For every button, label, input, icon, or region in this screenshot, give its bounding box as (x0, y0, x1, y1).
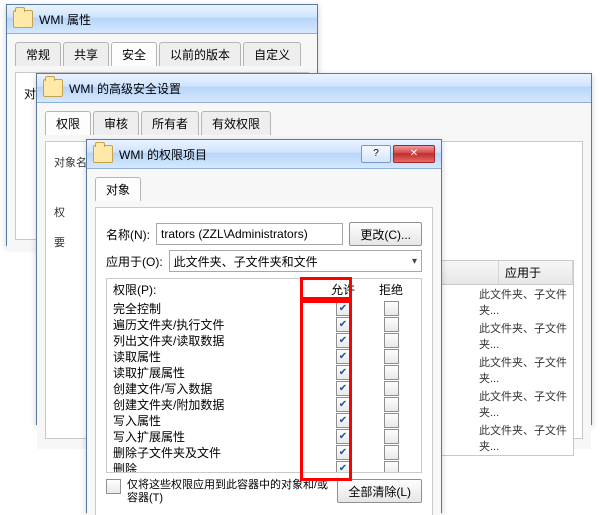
tab-object[interactable]: 对象 (95, 177, 141, 201)
help-button[interactable]: ? (361, 145, 391, 163)
perm-name: 读取属性 (113, 348, 319, 365)
perm-name: 写入扩展属性 (113, 428, 319, 445)
tab-bar: 常规 共享 安全 以前的版本 自定义 (15, 42, 309, 66)
folder-icon (43, 79, 63, 97)
window-title: WMI 属性 (39, 11, 311, 28)
deny-checkbox[interactable] (384, 413, 399, 428)
perm-row: 写入属性 ✔ (113, 412, 415, 428)
name-field: trators (ZZL\Administrators) (156, 223, 343, 245)
titlebar[interactable]: WMI 的权限项目 ? ✕ (87, 140, 441, 169)
titlebar[interactable]: WMI 的高级安全设置 (37, 74, 591, 103)
tab-previous[interactable]: 以前的版本 (159, 42, 241, 66)
tab-custom[interactable]: 自定义 (243, 42, 301, 66)
name-label: 名称(N): (106, 226, 150, 243)
deny-checkbox[interactable] (384, 317, 399, 332)
allow-checkbox[interactable]: ✔ (336, 445, 351, 460)
applyto-select[interactable]: 此文件夹、子文件夹和文件 ▾ (169, 250, 422, 272)
perm-row: 删除子文件夹及文件 ✔ (113, 444, 415, 460)
perm-name: 读取扩展属性 (113, 364, 319, 381)
perm-name: 写入属性 (113, 412, 319, 429)
chevron-down-icon: ▾ (412, 256, 417, 267)
perm-row: 创建文件夹/附加数据 ✔ (113, 396, 415, 412)
allow-checkbox[interactable]: ✔ (336, 365, 351, 380)
allow-checkbox[interactable]: ✔ (336, 461, 351, 473)
perm-name: 删除 (113, 460, 319, 473)
change-button[interactable]: 更改(C)... (349, 222, 422, 246)
allow-checkbox[interactable]: ✔ (336, 429, 351, 444)
perm-row: 读取属性 ✔ (113, 348, 415, 364)
deny-checkbox[interactable] (384, 397, 399, 412)
apply-only-label: 仅将这些权限应用到此容器中的对象和/或容器(T) (127, 479, 331, 505)
perm-name: 遍历文件夹/执行文件 (113, 316, 319, 333)
tab-audit[interactable]: 审核 (93, 111, 139, 135)
permissions-table: 权限(P): 允许 拒绝 完全控制 ✔ 遍历文件夹/执行文件 ✔ 列出文件夹/读取数据 ✔… (106, 278, 422, 473)
permission-entry-dialog: WMI 的权限项目 ? ✕ 对象 名称(N): trators (ZZL\Adm… (86, 139, 442, 513)
perm-name: 创建文件/写入数据 (113, 380, 319, 397)
deny-checkbox[interactable] (384, 445, 399, 460)
col-deny: 拒绝 (367, 281, 415, 298)
window-title: WMI 的权限项目 (119, 146, 361, 163)
allow-checkbox[interactable]: ✔ (336, 381, 351, 396)
perm-row: 删除 ✔ (113, 460, 415, 472)
tab-bar: 权限 审核 所有者 有效权限 (45, 111, 583, 135)
deny-checkbox[interactable] (384, 461, 399, 473)
allow-checkbox[interactable]: ✔ (336, 317, 351, 332)
allow-checkbox[interactable]: ✔ (336, 301, 351, 316)
applyto-label: 应用于(O): (106, 253, 163, 270)
col-allow: 允许 (319, 281, 367, 298)
allow-checkbox[interactable]: ✔ (336, 333, 351, 348)
folder-icon (13, 10, 33, 28)
allow-checkbox[interactable]: ✔ (336, 397, 351, 412)
col-applyto: 应用于 (499, 261, 573, 284)
tab-general[interactable]: 常规 (15, 42, 61, 66)
perm-name: 创建文件夹/附加数据 (113, 396, 319, 413)
allow-checkbox[interactable]: ✔ (336, 413, 351, 428)
folder-icon (93, 145, 113, 163)
deny-checkbox[interactable] (384, 349, 399, 364)
perm-row: 写入扩展属性 ✔ (113, 428, 415, 444)
deny-checkbox[interactable] (384, 381, 399, 396)
tab-permissions[interactable]: 权限 (45, 111, 91, 135)
window-title: WMI 的高级安全设置 (69, 80, 585, 97)
deny-checkbox[interactable] (384, 365, 399, 380)
titlebar[interactable]: WMI 属性 (7, 5, 317, 34)
tab-owner[interactable]: 所有者 (141, 111, 199, 135)
deny-checkbox[interactable] (384, 301, 399, 316)
permissions-short-label: 权 (54, 204, 65, 220)
permissions-label: 权限(P): (113, 281, 319, 298)
perm-row: 读取扩展属性 ✔ (113, 364, 415, 380)
deny-checkbox[interactable] (384, 333, 399, 348)
tab-sharing[interactable]: 共享 (63, 42, 109, 66)
tab-security[interactable]: 安全 (111, 42, 157, 66)
perm-row: 列出文件夹/读取数据 ✔ (113, 332, 415, 348)
perm-row: 完全控制 ✔ (113, 300, 415, 316)
allow-checkbox[interactable]: ✔ (336, 349, 351, 364)
clear-all-button[interactable]: 全部清除(L) (337, 479, 422, 503)
deny-checkbox[interactable] (384, 429, 399, 444)
apply-only-checkbox[interactable] (106, 479, 121, 494)
perm-name: 删除子文件夹及文件 (113, 444, 319, 461)
perm-name: 完全控制 (113, 300, 319, 317)
perm-row: 创建文件/写入数据 ✔ (113, 380, 415, 396)
tab-effective[interactable]: 有效权限 (201, 111, 271, 135)
close-button[interactable]: ✕ (393, 145, 435, 163)
perm-row: 遍历文件夹/执行文件 ✔ (113, 316, 415, 332)
perm-name: 列出文件夹/读取数据 (113, 332, 319, 349)
